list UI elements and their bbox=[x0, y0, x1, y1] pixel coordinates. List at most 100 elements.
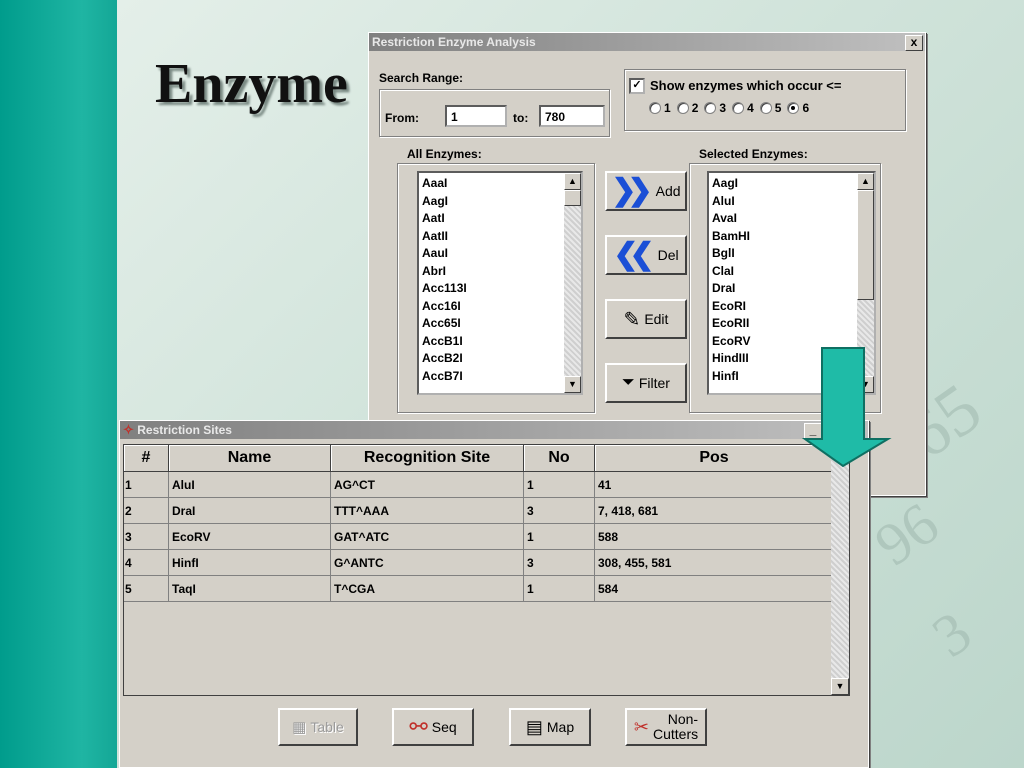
scroll-up-button[interactable]: ▲ bbox=[857, 173, 874, 190]
list-item[interactable]: AbrI bbox=[422, 263, 467, 281]
double-chevron-left-icon: ❮❮ bbox=[613, 238, 654, 271]
non-cutters-button[interactable]: ✂ Non- Cutters bbox=[625, 708, 707, 746]
list-item[interactable]: AagI bbox=[712, 175, 750, 193]
table-row[interactable]: 3 EcoRV GAT^ATC 1 588 bbox=[124, 523, 834, 550]
table-cell: GAT^ATC bbox=[330, 523, 524, 550]
occurrence-radio-4[interactable]: 4 bbox=[732, 101, 754, 115]
radio-dot[interactable] bbox=[759, 102, 772, 114]
filter-button[interactable]: ⏷ Filter bbox=[605, 363, 687, 403]
column-header[interactable]: Pos bbox=[594, 445, 834, 472]
from-input[interactable]: 1 bbox=[445, 105, 507, 127]
close-button[interactable]: x bbox=[905, 35, 923, 51]
list-item[interactable]: AluI bbox=[712, 193, 750, 211]
to-label: to: bbox=[513, 111, 529, 125]
list-item[interactable]: AauI bbox=[422, 245, 467, 263]
add-label: Add bbox=[655, 183, 681, 199]
table-cell: HinfI bbox=[168, 549, 331, 576]
sites-scrollbar[interactable]: ▼ bbox=[831, 445, 849, 695]
occurrence-radio-group: 1 2 3 4 5 6 bbox=[649, 101, 809, 115]
occurrence-radio-2[interactable]: 2 bbox=[676, 101, 699, 115]
column-header[interactable]: # bbox=[124, 445, 169, 472]
occurrence-radio-6[interactable]: 6 bbox=[787, 101, 809, 115]
list-item[interactable]: AvaI bbox=[712, 210, 750, 228]
delete-button[interactable]: ❮❮ Del bbox=[605, 235, 687, 275]
list-item[interactable]: AccB2I bbox=[422, 350, 467, 368]
dna-helix-icon: ⚯ bbox=[409, 714, 428, 739]
table-cell: AG^CT bbox=[330, 471, 524, 498]
list-item[interactable]: Acc65I bbox=[422, 315, 467, 333]
list-item[interactable]: EcoRV bbox=[712, 333, 750, 351]
table-label: Table bbox=[310, 719, 344, 735]
list-item[interactable]: EcoRI bbox=[712, 298, 750, 316]
table-row[interactable]: 5 TaqI T^CGA 1 584 bbox=[124, 575, 834, 602]
list-item[interactable]: HindIII bbox=[712, 350, 750, 368]
column-header[interactable]: Name bbox=[168, 445, 331, 472]
all-enzymes-list[interactable]: AaaI AagI AatI AatII AauI AbrI Acc113I Acc16I Ac… bbox=[417, 171, 583, 395]
restriction-sites-window: ✧ Restriction Sites _ # Name Recognition S… bbox=[119, 420, 869, 768]
from-label: From: bbox=[385, 111, 419, 125]
edit-button[interactable]: ✎ Edit bbox=[605, 299, 687, 339]
occurrence-radio-3[interactable]: 3 bbox=[704, 101, 726, 115]
list-item[interactable]: DraI bbox=[712, 280, 750, 298]
map-view-button[interactable]: ▤ Map bbox=[509, 708, 591, 746]
list-item[interactable]: EcoRII bbox=[712, 315, 750, 333]
restriction-sites-titlebar[interactable]: ✧ Restriction Sites _ bbox=[120, 421, 868, 439]
column-header[interactable]: Recognition Site bbox=[330, 445, 524, 472]
table-cell: EcoRV bbox=[168, 523, 331, 550]
column-header[interactable]: No bbox=[523, 445, 595, 472]
radio-dot[interactable] bbox=[787, 102, 800, 114]
sequence-view-button[interactable]: ⚯ Seq bbox=[392, 708, 474, 746]
edit-label: Edit bbox=[644, 311, 669, 327]
list-item[interactable]: AatI bbox=[422, 210, 467, 228]
table-row[interactable]: 4 HinfI G^ANTC 3 308, 455, 581 bbox=[124, 549, 834, 576]
table-cell: DraI bbox=[168, 497, 331, 524]
radio-dot[interactable] bbox=[732, 102, 745, 114]
list-item[interactable]: AccB7I bbox=[422, 368, 467, 386]
occurrence-radio-1[interactable]: 1 bbox=[649, 101, 671, 115]
show-enzymes-label: Show enzymes which occur <= bbox=[650, 78, 842, 93]
all-enzymes-label: All Enzymes: bbox=[407, 147, 482, 161]
list-item[interactable]: AagI bbox=[422, 193, 467, 211]
table-cell: 2 bbox=[124, 497, 169, 524]
down-arrow-annotation bbox=[802, 347, 892, 467]
map-grid-icon: ▤ bbox=[525, 716, 543, 737]
scroll-thumb[interactable] bbox=[857, 190, 874, 300]
radio-label: 2 bbox=[691, 101, 699, 115]
radio-dot[interactable] bbox=[704, 102, 717, 114]
show-enzymes-checkbox[interactable]: ✓ bbox=[629, 78, 645, 94]
radio-label: 3 bbox=[719, 101, 727, 115]
list-item[interactable]: ClaI bbox=[712, 263, 750, 281]
scroll-down-button[interactable]: ▼ bbox=[831, 678, 849, 695]
table-cell: 5 bbox=[124, 575, 169, 602]
enzyme-analysis-titlebar[interactable]: Restriction Enzyme Analysis x bbox=[369, 33, 925, 51]
window-title: Restriction Enzyme Analysis bbox=[372, 35, 536, 49]
non-cutters-label: Non- Cutters bbox=[653, 712, 698, 742]
list-item[interactable]: AaaI bbox=[422, 175, 467, 193]
list-item[interactable]: Acc113I bbox=[422, 280, 467, 298]
scroll-down-button[interactable]: ▼ bbox=[564, 376, 581, 393]
list-item[interactable]: BamHI bbox=[712, 228, 750, 246]
funnel-icon: ⏷ bbox=[622, 374, 635, 391]
table-cell: 3 bbox=[523, 549, 595, 576]
table-cell: 1 bbox=[523, 471, 595, 498]
list-item[interactable]: HinfI bbox=[712, 368, 750, 386]
to-input[interactable]: 780 bbox=[539, 105, 605, 127]
search-range-label: Search Range: bbox=[379, 71, 464, 85]
radio-dot[interactable] bbox=[676, 102, 689, 114]
occurrence-radio-5[interactable]: 5 bbox=[759, 101, 781, 115]
list-item[interactable]: AccB1I bbox=[422, 333, 467, 351]
dna-helix-icon: ✧ bbox=[123, 422, 134, 437]
list-item[interactable]: Acc16I bbox=[422, 298, 467, 316]
pencil-checkbox-icon: ✎ bbox=[623, 308, 641, 331]
scroll-thumb[interactable] bbox=[564, 190, 581, 206]
add-button[interactable]: ❯❯ Add bbox=[605, 171, 687, 211]
table-row[interactable]: 2 DraI TTT^AAA 3 7, 418, 681 bbox=[124, 497, 834, 524]
table-row[interactable]: 1 AluI AG^CT 1 41 bbox=[124, 471, 834, 498]
table-view-button[interactable]: ▦ Table bbox=[278, 708, 358, 746]
radio-dot[interactable] bbox=[649, 102, 661, 114]
list-item[interactable]: AatII bbox=[422, 228, 467, 246]
list-item[interactable]: BglI bbox=[712, 245, 750, 263]
scroll-up-button[interactable]: ▲ bbox=[564, 173, 581, 190]
del-label: Del bbox=[657, 247, 679, 263]
all-enzymes-scrollbar[interactable]: ▲ ▼ bbox=[564, 173, 581, 393]
